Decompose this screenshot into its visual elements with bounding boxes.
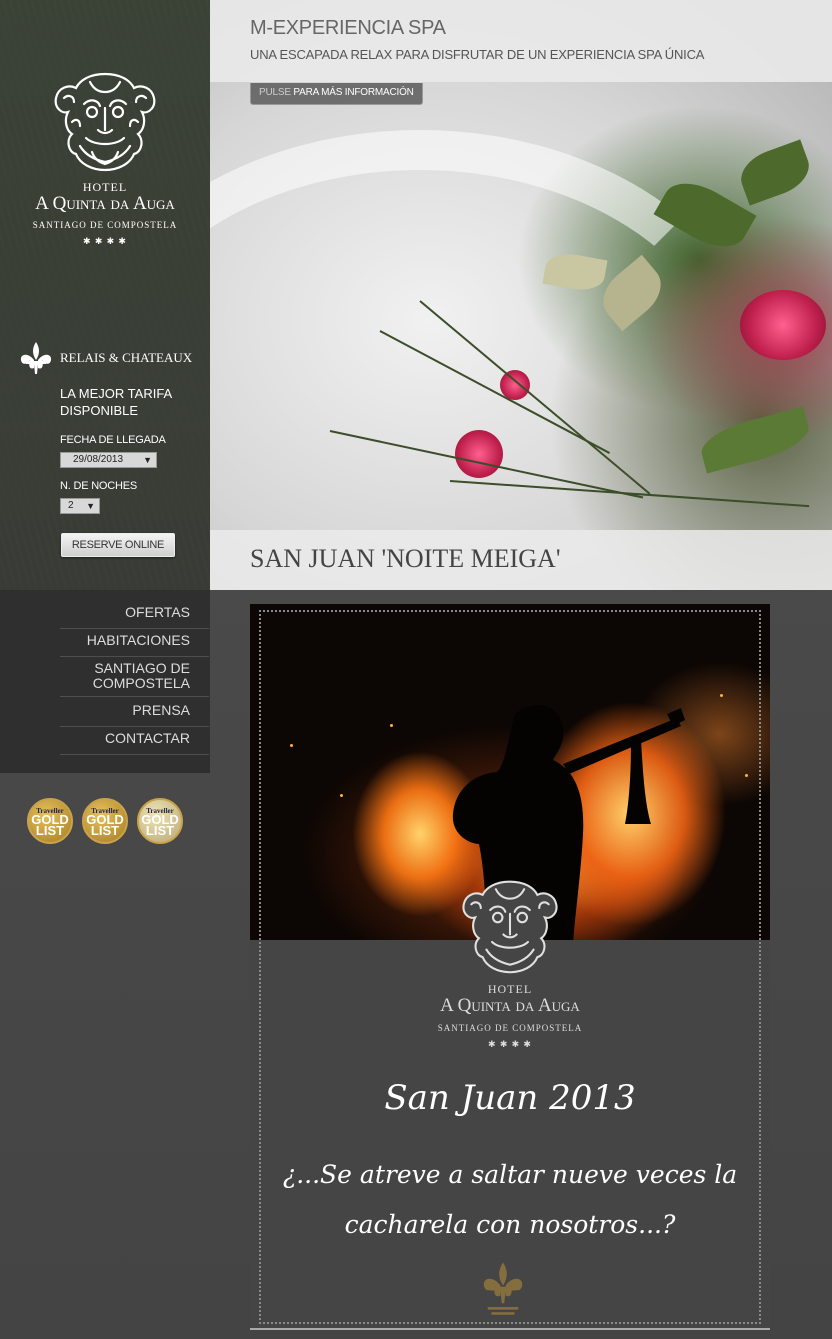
- fleur-de-lis-icon: [483, 1262, 523, 1315]
- badge-main: GOLD LIST: [31, 812, 69, 838]
- san-juan-poster: HOTEL A Quinta da Auga SANTIAGO DE COMPO…: [250, 604, 770, 1328]
- arrival-date-label: FECHA DE LLEGADA: [60, 434, 166, 446]
- menu-item-contactar[interactable]: CONTACTAR: [60, 731, 209, 755]
- page: M-EXPERIENCIA SPA UNA ESCAPADA RELAX PAR…: [0, 0, 832, 1339]
- fleur-de-lis-icon: [20, 342, 52, 374]
- badge-main: GOLD LIST: [86, 812, 124, 838]
- reserve-online-button[interactable]: RESERVE ONLINE: [61, 533, 175, 557]
- relais-chateaux-link[interactable]: RELAIS & CHATEAUX: [18, 340, 192, 376]
- poster-headline: San Juan 2013: [384, 1078, 636, 1118]
- promo-title: M-EXPERIENCIA SPA: [250, 17, 446, 39]
- slide-caption[interactable]: SAN JUAN 'NOITE MEIGA': [210, 530, 832, 590]
- poster-question-line1: ¿...Se atreve a saltar nueve veces la: [282, 1160, 738, 1189]
- arrival-date-select[interactable]: 29/08/2013 ▼: [60, 452, 157, 468]
- brand-name[interactable]: A Quinta da Auga: [0, 193, 210, 215]
- menu-item-habitaciones[interactable]: HABITACIONES: [60, 633, 209, 657]
- relais-label: RELAIS & CHATEAUX: [60, 350, 193, 365]
- brand-stars: ✱ ✱ ✱ ✱: [83, 236, 127, 246]
- brand-city: SANTIAGO DE COMPOSTELA: [32, 220, 178, 230]
- poster-stars: ✱ ✱ ✱ ✱: [488, 1039, 532, 1049]
- poster-city: SANTIAGO DE COMPOSTELA: [437, 1023, 583, 1033]
- gold-list-badge[interactable]: Traveller GOLD LIST: [82, 798, 128, 844]
- more-info-button[interactable]: PULSE PARA MÁS INFORMACIÓN: [250, 83, 423, 105]
- green-man-logo-icon[interactable]: [50, 68, 160, 174]
- badge-main: GOLD LIST: [141, 812, 179, 838]
- menu-item-prensa[interactable]: PRENSA: [60, 703, 209, 727]
- gold-list-badge[interactable]: Traveller GOLD LIST: [137, 798, 183, 844]
- menu-item-santiago[interactable]: SANTIAGO DE COMPOSTELA: [60, 661, 209, 697]
- more-info-pre: PULSE: [259, 87, 291, 98]
- slide-caption-text: SAN JUAN 'NOITE MEIGA': [250, 544, 561, 573]
- flower: [740, 290, 826, 360]
- flower: [455, 430, 503, 478]
- nights-value: 2: [68, 500, 74, 511]
- promo-subtitle: UNA ESCAPADA RELAX PARA DISFRUTAR DE UN …: [250, 47, 705, 62]
- dropdown-arrow-icon: ▼: [143, 455, 152, 465]
- menu-item-ofertas[interactable]: OFERTAS: [60, 605, 209, 629]
- promo-banner[interactable]: M-EXPERIENCIA SPA UNA ESCAPADA RELAX PAR…: [210, 0, 832, 82]
- nights-select[interactable]: 2 ▼: [60, 498, 100, 514]
- arrival-date-value: 29/08/2013: [73, 454, 124, 465]
- best-rate-heading: LA MEJOR TARIFA DISPONIBLE: [60, 386, 172, 418]
- more-info-post: PARA MÁS INFORMACIÓN: [293, 87, 414, 98]
- gold-list-badge[interactable]: Traveller GOLD LIST: [27, 798, 73, 844]
- sidebar: HOTEL A Quinta da Auga SANTIAGO DE COMPO…: [0, 0, 210, 590]
- nights-label: N. DE NOCHES: [60, 480, 138, 492]
- poster-brand-name: A Quinta da Auga: [440, 995, 580, 1016]
- main-menu: OFERTAS HABITACIONES SANTIAGO DE COMPOST…: [0, 590, 210, 773]
- poster-question-line2: cacharela con nosotros...?: [344, 1210, 676, 1239]
- leaf: [734, 139, 816, 206]
- dropdown-arrow-icon: ▼: [86, 501, 95, 511]
- poster-bottom-rule: [250, 1328, 770, 1330]
- green-man-logo-icon: [462, 880, 558, 974]
